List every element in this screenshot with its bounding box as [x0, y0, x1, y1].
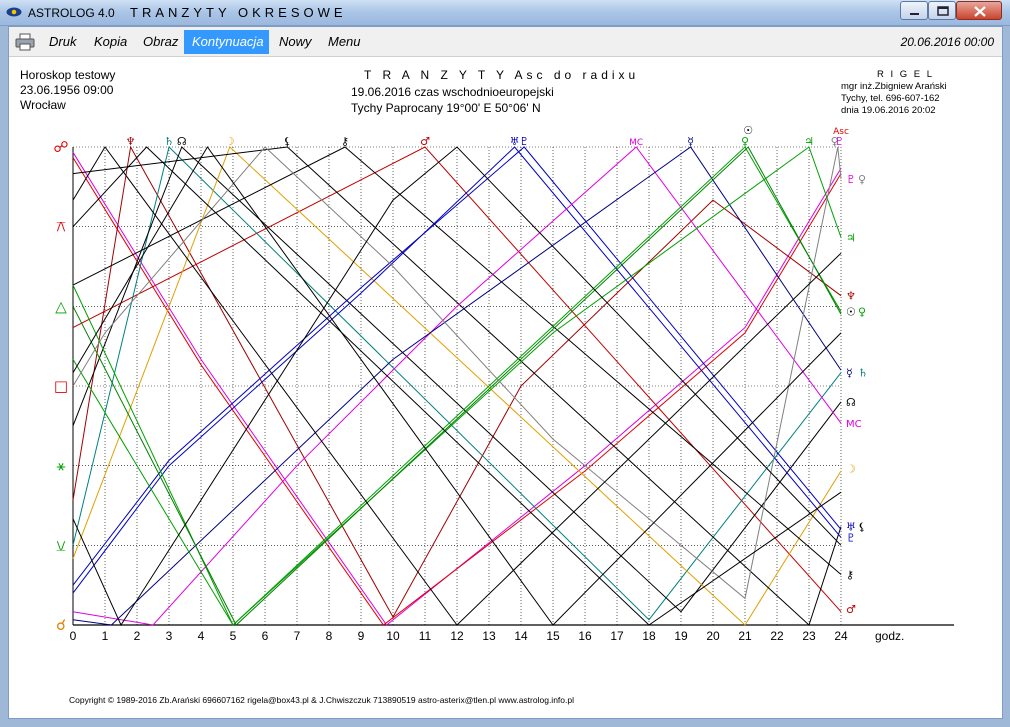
planet-label-top: ♇ — [834, 135, 844, 148]
planet-label-top: ⚷ — [341, 135, 349, 148]
minimize-button[interactable] — [900, 1, 928, 20]
x-tick-label: 20 — [706, 629, 720, 643]
x-tick-label: 6 — [262, 629, 269, 643]
planet-label-top: ⚸ — [283, 135, 291, 148]
x-tick-label: 22 — [770, 629, 784, 643]
planet-label-top: ♇ — [519, 135, 529, 148]
planet-label-top: ☽ — [225, 135, 235, 148]
aspect-label: ☌ — [56, 616, 66, 634]
x-tick-label: 1 — [102, 629, 109, 643]
x-tick-label: 7 — [294, 629, 301, 643]
planet-label-top: ♄ — [164, 135, 174, 148]
x-tick-label: 5 — [230, 629, 237, 643]
planet-label-top: ♅ — [510, 135, 520, 148]
x-tick-label: 21 — [738, 629, 752, 643]
x-tick-label: 3 — [166, 629, 173, 643]
x-tick-label: 9 — [358, 629, 365, 643]
x-tick-label: 24 — [834, 629, 848, 643]
planet-label-top: ☉ — [743, 124, 753, 137]
planet-label-top: ♃ — [804, 135, 814, 148]
copyright-footer: Copyright © 1989-2016 Zb.Arański 6966071… — [69, 695, 574, 705]
title-bar: ASTROLOG 4.0 TRANZYTY OKRESOWE — [0, 0, 1010, 26]
x-tick-label: 23 — [802, 629, 816, 643]
planet-label-right: ♇ — [846, 531, 856, 544]
x-tick-label: 12 — [450, 629, 464, 643]
aspect-label: ⚻ — [56, 218, 66, 236]
planet-label-right: ☿ — [846, 367, 853, 380]
planet-label-right: ☊ — [846, 396, 856, 409]
minimize-icon — [910, 13, 919, 15]
x-tick-label: 0 — [70, 629, 77, 643]
planet-label-right: ♆ — [846, 290, 856, 303]
x-tick-label: 19 — [674, 629, 688, 643]
planet-label-top: ☿ — [687, 135, 694, 148]
aspect-label: △ — [55, 297, 67, 315]
x-tick-label: 2 — [134, 629, 141, 643]
main-window: Druk Kopia Obraz Kontynuacja Nowy Menu 2… — [8, 26, 1003, 719]
planet-label-top: MC — [629, 138, 643, 148]
astrolog-app-icon — [6, 7, 22, 17]
x-tick-label: 14 — [514, 629, 528, 643]
planet-label-top: ☊ — [177, 135, 187, 148]
planet-label-right: ☽ — [846, 462, 856, 475]
aspect-label: ⚹ — [56, 457, 65, 475]
x-tick-label: 18 — [642, 629, 656, 643]
planet-label-right: ♂ — [846, 603, 856, 616]
planet-label-right: ♀ — [858, 173, 866, 186]
aspect-label: □ — [54, 377, 68, 395]
planet-label-right: ♃ — [846, 231, 856, 244]
planet-label-right: ♀ — [858, 306, 866, 319]
planet-label-right: ⚸ — [858, 521, 866, 534]
planet-label-right: MC — [846, 419, 862, 430]
aspect-label: ⚺ — [56, 536, 66, 554]
planet-label-top: ♆ — [126, 135, 136, 148]
close-icon — [974, 6, 986, 17]
transit-line — [72, 157, 842, 626]
planet-label-right: ☉ — [846, 306, 856, 319]
transit-line — [72, 152, 842, 626]
x-tick-label: 17 — [610, 629, 624, 643]
transit-chart: 0 1 2 3 4 5 6 7 8 9 10 11 12 13 14 15 16 17 18 19 20 21 22 23 24… — [53, 124, 954, 643]
x-tick-label: 16 — [578, 629, 592, 643]
close-button[interactable] — [956, 1, 1002, 20]
x-tick-label: 10 — [386, 629, 400, 643]
x-tick-label: 8 — [326, 629, 333, 643]
planet-label-top: ♂ — [420, 135, 430, 148]
x-tick-label: 15 — [546, 629, 560, 643]
aspect-label: ☍ — [53, 138, 68, 156]
maximize-button[interactable] — [928, 1, 956, 20]
planet-label-right: ⚷ — [846, 569, 854, 582]
maximize-icon — [937, 6, 949, 16]
x-tick-label: 11 — [419, 629, 432, 643]
window-title: TRANZYTY OKRESOWE — [130, 5, 347, 20]
x-tick-label: 4 — [198, 629, 205, 643]
planet-label-right: ♇ — [846, 173, 856, 186]
x-axis-label: godz. — [875, 629, 904, 643]
app-name: ASTROLOG 4.0 — [28, 6, 115, 20]
planet-label-right: ♄ — [858, 367, 868, 380]
x-tick-label: 13 — [482, 629, 496, 643]
